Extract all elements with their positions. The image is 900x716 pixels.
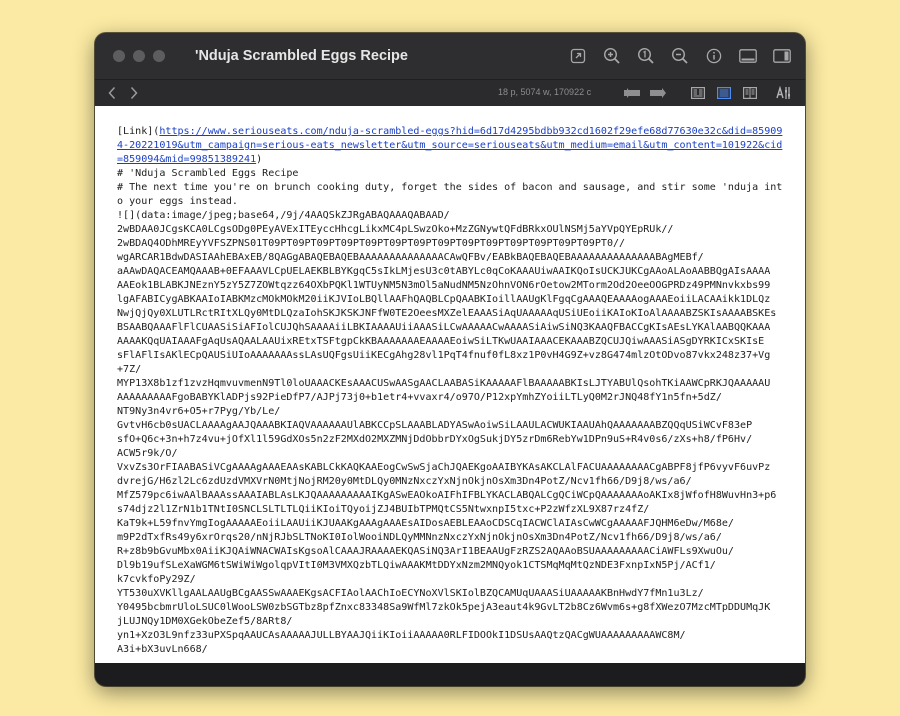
document-line: sfO+Q6c+3n+h7z4vu+jOfXl1l59GdXOs5n2zF2MX… [117, 434, 753, 445]
toolbar: 18 p, 5074 w, 170922 c [95, 79, 805, 107]
zoom-out-icon[interactable] [669, 46, 691, 66]
document-lines: # 'Nduja Scrambled Eggs Recipe # The next… [117, 167, 785, 657]
document-line: NwjQjQy0XLUTLRctRItXLQy0MtDLQzaIohSKJKSK… [117, 308, 777, 319]
document-line: Y0495bcbmrUloLSUC0lWooLSW0zbSGTbz8pfZnxc… [117, 602, 771, 613]
document-line: dvrejG/H6zl2Lc6zdUzdVMXVrN0MtjNojRM20y0M… [117, 476, 692, 487]
document-line: AAAAAAAAAFgoBABYKlADPjs92PieDfP7/AJPj73j… [117, 392, 722, 403]
document-area[interactable]: [Link](https://www.seriouseats.com/nduja… [95, 106, 805, 663]
document-line: YT530uXVKllgAALAAUgBCgAASSwAAAEKgsACFIAo… [117, 588, 704, 599]
info-icon[interactable] [703, 46, 725, 66]
document-line: # 'Nduja Scrambled Eggs Recipe [117, 168, 299, 179]
document-line: aAAwDAQACEAMQAAAB+0EFAAAVLCpUELAEKBLBYKg… [117, 266, 771, 277]
document-line: R+z8b9bGvuMbx0AiiKJQAiWNACWAIsKgsoAlCAAA… [117, 546, 734, 557]
document-line: ![](data:image/jpeg;base64,/9j/4AAQSkZJR… [117, 210, 450, 221]
zoom-window-button[interactable] [153, 50, 165, 62]
document-line: sFlAFlIsAKlECpQAUSiUIoAAAAAAAssLAsUQFgsU… [117, 350, 771, 361]
document-line: VxvZs3OrFIAABASiVCgAAAAgAAAEAAsKABLCkKAQ… [117, 462, 771, 473]
sidebar-left-icon[interactable] [737, 46, 759, 66]
fold-icon[interactable] [619, 83, 645, 103]
title-bar: 'Nduja Scrambled Eggs Recipe [95, 33, 805, 79]
document-line: BSAABQAAAFlFlCUAASiSiAFIolCUJQhSAAAAiiLB… [117, 322, 771, 333]
document-line: Dl9b19ufSLeXaWGM6tSWiWiWgolqpVItI0M3VMXQ… [117, 560, 716, 571]
document-line: lgAFABICygABKAAIoIABKMzcMOkMOkM20iiKJVIo… [117, 294, 771, 305]
document-stats: 18 p, 5074 w, 170922 c [498, 87, 592, 97]
link-suffix: ) [256, 154, 263, 165]
document-line: jLUJNQy1DM0XGekObeZef5/8ARt8/ [117, 616, 293, 627]
text-settings-icon[interactable] [771, 83, 797, 103]
document-line: yn1+XzO3L9nfz33uPXSpqAAUCAsAAAAAJULLBYAA… [117, 630, 686, 641]
bottom-bar [95, 663, 805, 686]
document-line: +7Z/ [117, 364, 142, 375]
document-line: 2wBDAQ4ODhMREyYVFSZPNS01T09PT09PT09PT09P… [117, 238, 626, 249]
recipe-link[interactable]: https://www.seriouseats.com/nduja-scramb… [117, 126, 782, 165]
titlebar-icons [567, 46, 793, 66]
document-line: k7cvkfoPy29Z/ [117, 574, 196, 585]
document-line: MYP13X8b1zf1zvzHqmvuvmenN9Tl0loUAAACKEsA… [117, 378, 771, 389]
document-line: A3i+bX3uvLn668/ [117, 644, 208, 655]
app-window: 'Nduja Scrambled Eggs Recipe 18 p, 5074 … [95, 33, 805, 686]
window-title: 'Nduja Scrambled Eggs Recipe [195, 48, 408, 64]
document-line: ACW5r9k/O/ [117, 448, 178, 459]
minimize-window-button[interactable] [133, 50, 145, 62]
document-line: MfZ579pc6iwAAlBAAAssAAAIABLAsLKJQAAAAAAA… [117, 490, 777, 501]
document-line: AAAAKQqUAIAAAFgAqUsAQAALAAUixREtxTSFtgpC… [117, 336, 765, 347]
document-line: s74djz2l1ZrN1b1TNtI0SNCLSLTLTLQiiKIoiTQy… [117, 504, 650, 515]
share-icon[interactable] [567, 46, 589, 66]
document-line: m9P2dTxfRs49y6xrOrqs20/nNjRJbSLTNoKI0Iol… [117, 532, 722, 543]
document-line: 2wBDAA0JCgsKCA0LCgsODg0PEyAVExITEyccHhcg… [117, 224, 674, 235]
zoom-in-icon[interactable] [601, 46, 623, 66]
document-line: GvtvH6cb0sUACLAAAAgAAJQAAABKIAQVAAAAAAUl… [117, 420, 753, 431]
window-controls [113, 50, 165, 62]
preview-mode-icon[interactable] [685, 83, 711, 103]
document-line: KaT9k+L59fnvYmgIogAAAAAEoiiLAAUiiKJUAAKg… [117, 518, 734, 529]
forward-chevron-icon[interactable] [125, 84, 143, 102]
text-mode-icon[interactable] [711, 83, 737, 103]
sidebar-right-icon[interactable] [771, 46, 793, 66]
unfold-icon[interactable] [645, 83, 671, 103]
document-line: NT9Ny3n4vr6+O5+r7Pyg/Yb/Le/ [117, 406, 281, 417]
document-line: # The next time you're on brunch cooking… [117, 182, 783, 207]
document-line: AAEok1BLABKJNEznY5zY5Z7ZOWtqzz64OXbPQKl1… [117, 280, 771, 291]
actual-size-icon[interactable] [635, 46, 657, 66]
link-prefix: [Link]( [117, 126, 160, 137]
close-window-button[interactable] [113, 50, 125, 62]
split-mode-icon[interactable] [737, 83, 763, 103]
document-line: wgARCAR1BdwDASIAAhEBAxEB/8QAGgABAQEBAQEB… [117, 252, 704, 263]
view-tools [619, 83, 797, 103]
document-text[interactable]: [Link](https://www.seriouseats.com/nduja… [117, 125, 785, 657]
back-chevron-icon[interactable] [103, 84, 121, 102]
